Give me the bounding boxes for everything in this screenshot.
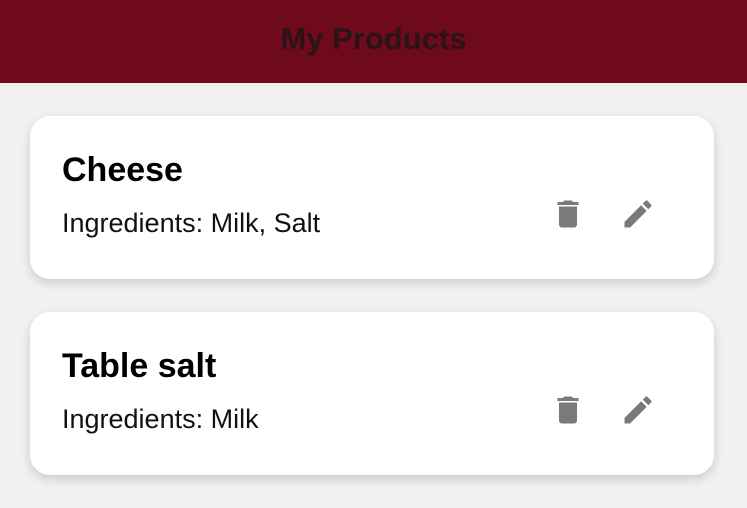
product-ingredients: Ingredients: Milk [62,404,259,434]
page-title: My Products [280,20,467,56]
product-ingredients: Ingredients: Milk, Salt [62,208,321,238]
product-list: Cheese Ingredients: Milk, Salt Table sal… [30,116,714,508]
app-header: My Products [0,0,747,83]
pencil-icon [624,396,652,424]
product-name: Cheese [62,151,183,189]
pencil-icon [624,200,652,228]
delete-button[interactable] [550,392,586,428]
product-name: Table salt [62,347,217,385]
edit-button[interactable] [620,196,656,232]
product-card[interactable]: Cheese Ingredients: Milk, Salt [30,116,714,279]
edit-button[interactable] [620,392,656,428]
delete-button[interactable] [550,196,586,232]
trash-icon [557,396,579,424]
product-card[interactable]: Table salt Ingredients: Milk [30,312,714,475]
trash-icon [557,200,579,228]
